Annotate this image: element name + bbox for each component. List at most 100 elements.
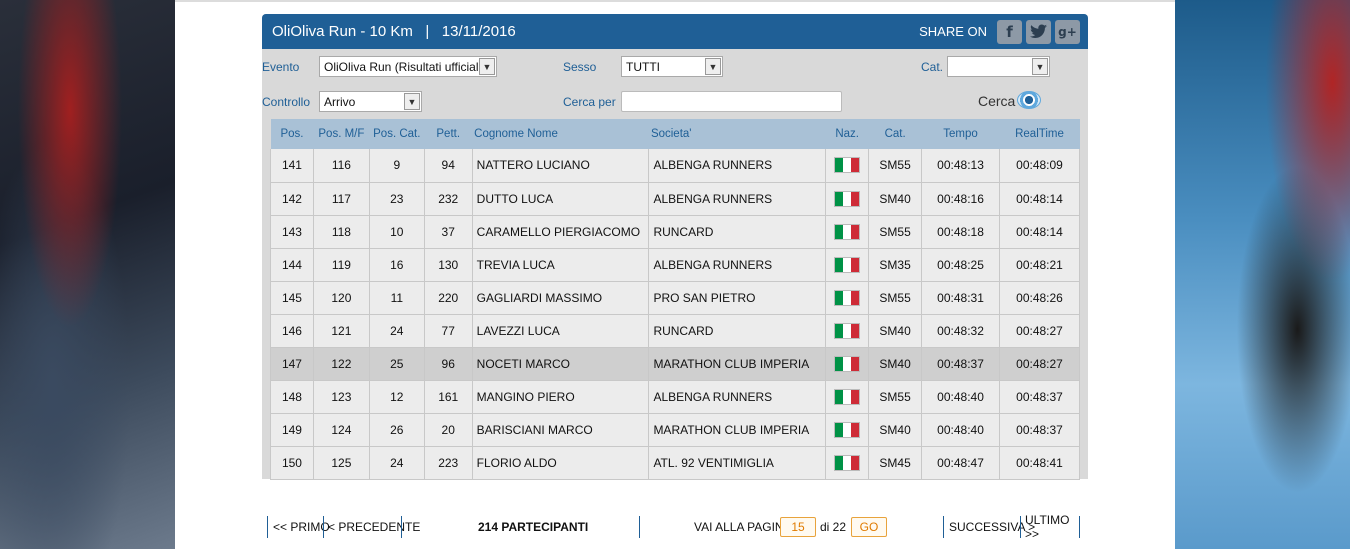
divider — [401, 516, 402, 538]
cerca-button-label[interactable]: Cerca — [978, 93, 1015, 109]
cat-select[interactable]: ▼ — [947, 56, 1050, 77]
cell-pos: 146 — [270, 314, 314, 348]
next-page-link[interactable]: SUCCESSIVA > — [949, 514, 1035, 540]
cell-pos-cat: 26 — [369, 413, 425, 447]
table-row[interactable]: 144 119 16 130 TREVIA LUCA ALBENGA RUNNERS SM3… — [270, 248, 1080, 282]
page-title: OliOliva Run - 10 Km | 13/11/2016 — [272, 23, 516, 40]
cell-pett: 77 — [424, 314, 473, 348]
cell-realtime: 00:48:41 — [999, 446, 1080, 480]
evento-select[interactable]: OliOliva Run (Risultati ufficiali) ▼ — [319, 56, 497, 77]
table-row[interactable]: 142 117 23 232 DUTTO LUCA ALBENGA RUNNERS SM40… — [270, 182, 1080, 216]
last-page-link[interactable]: ULTIMO >> — [1025, 513, 1082, 541]
cell-pos: 148 — [270, 380, 314, 414]
cell-pos-cat: 24 — [369, 314, 425, 348]
share-label: SHARE ON — [919, 24, 987, 39]
italy-flag-icon — [834, 388, 861, 405]
sesso-select-value: TUTTI — [626, 59, 660, 74]
table-row[interactable]: 149 124 26 20 BARISCIANI MARCO MARATHON CLUB … — [270, 413, 1080, 447]
twitter-icon[interactable] — [1026, 19, 1051, 44]
divider — [267, 516, 268, 538]
table-row[interactable]: 141 116 9 94 NATTERO LUCIANO ALBENGA RUNNERS S… — [270, 149, 1080, 183]
header-cat[interactable]: Cat. — [868, 119, 922, 149]
cell-realtime: 00:48:14 — [999, 182, 1080, 216]
cell-naz — [825, 347, 870, 381]
header-realtime[interactable]: RealTime — [999, 119, 1080, 149]
sesso-select[interactable]: TUTTI ▼ — [621, 56, 723, 77]
cell-realtime: 00:48:21 — [999, 248, 1080, 282]
controllo-select[interactable]: Arrivo ▼ — [319, 91, 422, 112]
cell-cat: SM35 — [868, 248, 923, 282]
cell-pos: 149 — [270, 413, 314, 447]
cell-naz — [825, 413, 870, 447]
cell-naz — [825, 182, 870, 216]
header-pos-cat[interactable]: Pos. Cat. — [369, 119, 425, 149]
cell-name: DUTTO LUCA — [472, 182, 650, 216]
table-row[interactable]: 150 125 24 223 FLORIO ALDO ATL. 92 VENTIMIGLI… — [270, 446, 1080, 480]
cell-pos: 144 — [270, 248, 314, 282]
cell-tempo: 00:48:32 — [921, 314, 1000, 348]
cell-pos-cat: 24 — [369, 446, 425, 480]
cell-naz — [825, 380, 870, 414]
divider — [943, 516, 944, 538]
cell-tempo: 00:48:31 — [921, 281, 1000, 315]
cell-realtime: 00:48:27 — [999, 314, 1080, 348]
cell-tempo: 00:48:25 — [921, 248, 1000, 282]
cat-label: Cat. — [921, 60, 944, 74]
cell-pos-mf: 117 — [313, 182, 370, 216]
page-input[interactable]: 15 — [780, 517, 816, 537]
prev-page-link[interactable]: < PRECEDENTE — [328, 514, 420, 540]
cell-cat: SM55 — [868, 281, 923, 315]
googleplus-icon[interactable]: g+ — [1055, 19, 1080, 44]
go-button-wrap: GO — [851, 514, 887, 540]
header-pos[interactable]: Pos. — [270, 119, 314, 149]
go-button[interactable]: GO — [851, 517, 887, 537]
header-club[interactable]: Societa' — [648, 119, 826, 149]
cell-name: BARISCIANI MARCO — [472, 413, 650, 447]
first-page-link[interactable]: << PRIMO — [273, 514, 330, 540]
search-input[interactable] — [621, 91, 842, 112]
background-photo-right — [1175, 0, 1350, 549]
cell-tempo: 00:48:47 — [921, 446, 1000, 480]
chevron-down-icon: ▼ — [479, 58, 495, 75]
header-pett[interactable]: Pett. — [424, 119, 473, 149]
cell-tempo: 00:48:16 — [921, 182, 1000, 216]
cell-cat: SM40 — [868, 314, 923, 348]
italy-flag-icon — [834, 421, 861, 438]
chevron-down-icon: ▼ — [705, 58, 721, 75]
header-pos-mf[interactable]: Pos. M/F — [313, 119, 370, 149]
filters-area: Evento OliOliva Run (Risultati ufficiali… — [262, 49, 1088, 119]
cell-naz — [825, 149, 870, 183]
controllo-label: Controllo — [262, 95, 311, 109]
table-row[interactable]: 147 122 25 96 NOCETI MARCO MARATHON CLUB IMPE… — [270, 347, 1080, 381]
cell-pos: 143 — [270, 215, 314, 249]
cell-pett: 232 — [424, 182, 473, 216]
header-tempo[interactable]: Tempo — [921, 119, 1000, 149]
italy-flag-icon — [834, 322, 861, 339]
cell-pos: 150 — [270, 446, 314, 480]
header-name[interactable]: Cognome Nome — [472, 119, 649, 149]
header-naz[interactable]: Naz. — [825, 119, 869, 149]
background-photo-left — [0, 0, 175, 549]
cell-naz — [825, 314, 870, 348]
cell-realtime: 00:48:09 — [999, 149, 1080, 183]
cell-name: TREVIA LUCA — [472, 248, 650, 282]
cell-naz — [825, 281, 870, 315]
cell-pos-mf: 122 — [313, 347, 370, 381]
cell-pett: 130 — [424, 248, 473, 282]
table-row[interactable]: 148 123 12 161 MANGINO PIERO ALBENGA RUNNERS S… — [270, 380, 1080, 414]
cell-pett: 94 — [424, 149, 473, 183]
search-eye-icon[interactable] — [1017, 91, 1041, 109]
table-row[interactable]: 145 120 11 220 GAGLIARDI MASSIMO PRO SAN PIET… — [270, 281, 1080, 315]
cell-cat: SM40 — [868, 413, 923, 447]
facebook-icon[interactable]: f — [997, 19, 1022, 44]
table-body: 141 116 9 94 NATTERO LUCIANO ALBENGA RUNNERS S… — [270, 149, 1080, 480]
table-row[interactable]: 143 118 10 37 CARAMELLO PIERGIACOMO RUNCARD SM… — [270, 215, 1080, 249]
italy-flag-icon — [834, 190, 861, 207]
cell-club: RUNCARD — [648, 215, 827, 249]
evento-select-value: OliOliva Run (Risultati ufficiali) — [324, 59, 486, 74]
table-row[interactable]: 146 121 24 77 LAVEZZI LUCA RUNCARD SM40 00:48:3… — [270, 314, 1080, 348]
title-bar: OliOliva Run - 10 Km | 13/11/2016 SHARE … — [262, 14, 1088, 49]
cell-tempo: 00:48:40 — [921, 413, 1000, 447]
chevron-down-icon: ▼ — [404, 93, 420, 110]
cell-pos-mf: 125 — [313, 446, 370, 480]
